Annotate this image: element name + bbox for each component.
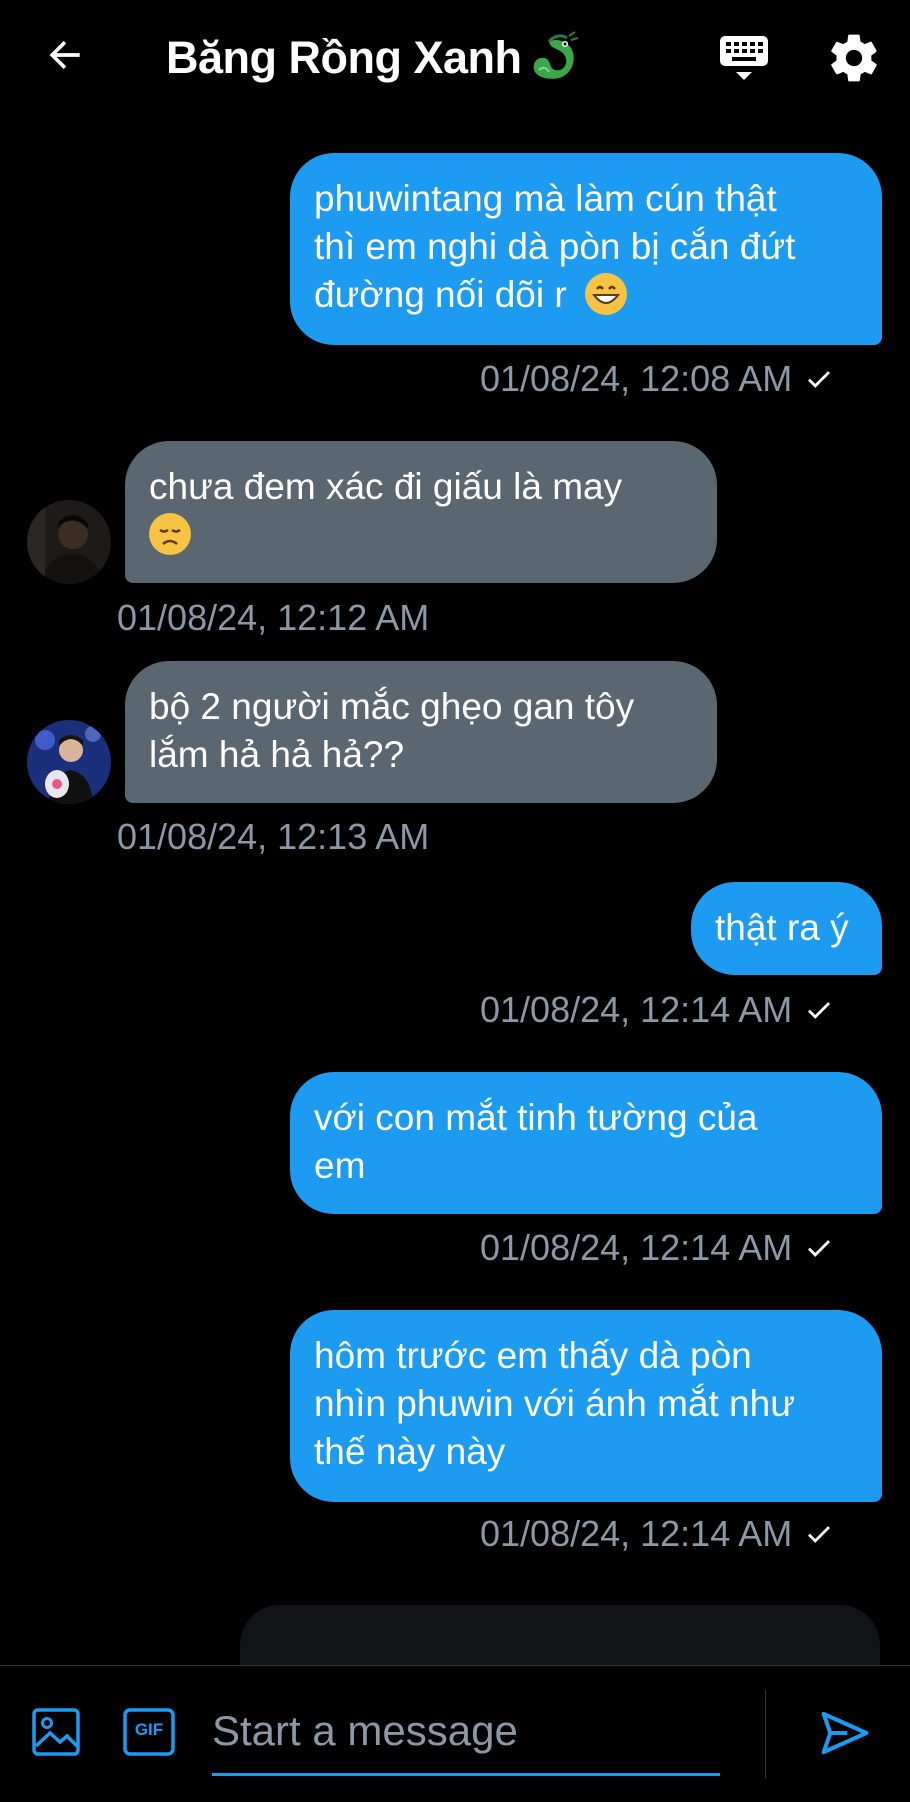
conversation-title-text: Băng Rồng Xanh xyxy=(166,32,522,83)
timestamp-text: 01/08/24, 12:08 AM xyxy=(480,358,793,399)
dragon-emoji xyxy=(525,30,581,86)
message-timestamp: 01/08/24, 12:14 AM xyxy=(480,1512,834,1556)
message-bubble-outgoing[interactable]: thật ra ý xyxy=(691,882,882,975)
send-icon xyxy=(821,1711,869,1755)
send-button[interactable] xyxy=(818,1706,872,1760)
user-avatar-1[interactable] xyxy=(27,500,111,584)
message-text-line: hôm trước em thấy dà pòn xyxy=(314,1335,752,1376)
arrow-left-icon xyxy=(49,40,80,70)
message-text-line: chưa đem xác đi giấu là may xyxy=(149,466,623,507)
keyboard-icon xyxy=(720,36,768,80)
message-text-line: đường nối dõi r xyxy=(314,274,567,315)
message-input[interactable] xyxy=(212,1688,720,1776)
message-text-line: phuwintang mà làm cún thật xyxy=(314,178,777,219)
check-icon xyxy=(804,1233,834,1263)
message-text-line: em xyxy=(314,1145,366,1186)
message-bubble-incoming[interactable]: bộ 2 người mắc ghẹo gan tôy lắm hả hả hả… xyxy=(125,661,717,803)
message-timestamp: 01/08/24, 12:14 AM xyxy=(480,1226,834,1270)
message-bubble-outgoing[interactable]: phuwintang mà làm cún thật thì em nghi d… xyxy=(290,153,882,345)
add-image-button[interactable] xyxy=(30,1706,82,1758)
message-text-line: lắm hả hả hả?? xyxy=(149,734,405,775)
conversation-title[interactable]: Băng Rồng Xanh xyxy=(166,28,581,88)
message-bubble-outgoing[interactable]: với con mắt tinh tường của em xyxy=(290,1072,882,1214)
user-avatar-2[interactable] xyxy=(27,720,111,804)
settings-button[interactable] xyxy=(826,30,882,86)
timestamp-text: 01/08/24, 12:14 AM xyxy=(480,1227,793,1268)
message-timestamp: 01/08/24, 12:08 AM xyxy=(480,357,834,401)
image-icon xyxy=(32,1708,80,1756)
message-timestamp: 01/08/24, 12:14 AM xyxy=(480,988,834,1032)
message-bubble-incoming[interactable]: chưa đem xác đi giấu là may xyxy=(125,441,717,583)
disappointed-face-emoji xyxy=(149,513,191,555)
message-text-line: thật ra ý xyxy=(715,907,849,948)
message-text-line: thì em nghi dà pòn bị cắn đứt xyxy=(314,226,796,267)
timestamp-text: 01/08/24, 12:14 AM xyxy=(480,989,793,1030)
message-text-line: thế này này xyxy=(314,1431,506,1472)
conversation-header: Băng Rồng Xanh xyxy=(0,0,910,120)
timestamp-text: 01/08/24, 12:13 AM xyxy=(117,816,430,857)
message-text-line: nhìn phuwin với ánh mắt như xyxy=(314,1383,795,1424)
timestamp-text: 01/08/24, 12:12 AM xyxy=(117,597,430,638)
timestamp-text: 01/08/24, 12:14 AM xyxy=(480,1513,793,1554)
check-icon xyxy=(804,995,834,1025)
gear-icon xyxy=(831,34,877,82)
gif-label: GIF xyxy=(134,1720,164,1739)
grinning-face-emoji xyxy=(584,273,627,315)
compose-divider xyxy=(765,1690,766,1778)
message-bubble-outgoing[interactable]: hôm trước em thấy dà pòn nhìn phuwin với… xyxy=(290,1310,882,1502)
keyboard-shortcuts-button[interactable] xyxy=(716,30,772,86)
compose-bar: GIF xyxy=(0,1665,910,1802)
back-button[interactable] xyxy=(40,30,90,80)
message-text-line: với con mắt tinh tường của xyxy=(314,1097,758,1138)
message-timestamp: 01/08/24, 12:13 AM xyxy=(117,815,429,859)
check-icon xyxy=(804,364,834,394)
message-timestamp: 01/08/24, 12:12 AM xyxy=(117,596,429,640)
check-icon xyxy=(804,1519,834,1549)
add-gif-button[interactable]: GIF xyxy=(122,1706,176,1758)
message-text-line: bộ 2 người mắc ghẹo gan tôy xyxy=(149,686,635,727)
